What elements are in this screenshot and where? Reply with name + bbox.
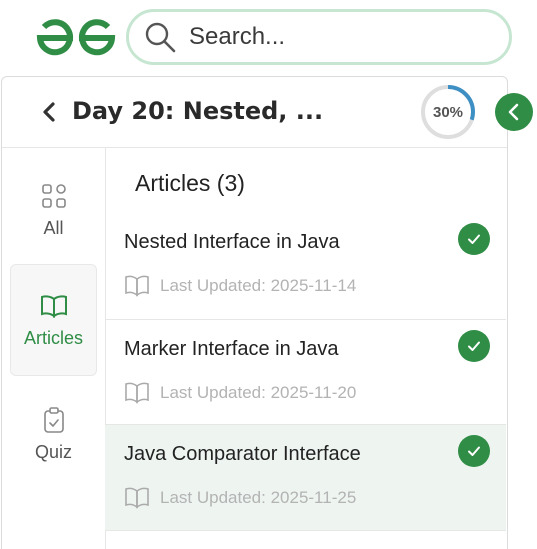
progress-percent: 30% — [432, 103, 464, 121]
gfg-logo-icon[interactable] — [36, 18, 116, 58]
article-title[interactable]: Java Comparator Interface — [124, 443, 361, 466]
back-chevron-icon[interactable] — [40, 101, 58, 123]
completed-badge — [458, 330, 490, 362]
check-icon — [468, 341, 480, 351]
nav-label: Articles — [23, 327, 83, 348]
nav-label: Quiz — [34, 441, 72, 462]
search-box[interactable] — [126, 9, 512, 65]
article-title[interactable]: Nested Interface in Java — [124, 231, 340, 254]
check-icon — [468, 446, 480, 456]
check-icon — [468, 234, 480, 244]
article-title[interactable]: Marker Interface in Java — [124, 338, 339, 361]
article-item[interactable]: Nested Interface in Java Last Updated: 2… — [105, 213, 506, 320]
completed-badge — [458, 435, 490, 467]
article-meta: Last Updated: 2025-11-14 — [124, 275, 356, 297]
top-bar — [0, 0, 537, 76]
last-updated-text: Last Updated: 2025-11-20 — [160, 383, 357, 402]
nav-item-quiz[interactable]: Quiz — [10, 378, 97, 490]
article-item[interactable]: Marker Interface in Java Last Updated: 2… — [105, 320, 506, 425]
book-icon — [125, 275, 149, 297]
article-meta: Last Updated: 2025-11-20 — [124, 382, 356, 404]
nav-label: All — [43, 217, 64, 238]
book-icon — [125, 487, 149, 509]
section-title: Articles (3) — [135, 170, 245, 196]
clipboard-icon — [43, 406, 64, 433]
last-updated-text: Last Updated: 2025-11-14 — [160, 276, 357, 295]
search-input[interactable] — [189, 23, 489, 51]
nav-item-all[interactable]: All — [10, 154, 97, 266]
last-updated-text: Last Updated: 2025-11-25 — [160, 488, 357, 507]
article-meta: Last Updated: 2025-11-25 — [124, 487, 356, 509]
collapse-panel-button[interactable] — [495, 93, 533, 131]
completed-badge — [458, 223, 490, 255]
left-nav: All Articles Quiz — [2, 148, 106, 549]
book-icon — [40, 294, 67, 318]
nav-item-articles[interactable]: Articles — [10, 264, 97, 376]
panel-header: Day 20: Nested, ... 30% — [2, 77, 507, 148]
search-icon — [145, 22, 176, 53]
grid-icon — [41, 183, 66, 208]
article-item[interactable]: Java Comparator Interface Last Updated: … — [105, 425, 506, 531]
chevron-left-icon — [508, 103, 519, 121]
page-title: Day 20: Nested, ... — [72, 97, 324, 125]
book-icon — [125, 382, 149, 404]
